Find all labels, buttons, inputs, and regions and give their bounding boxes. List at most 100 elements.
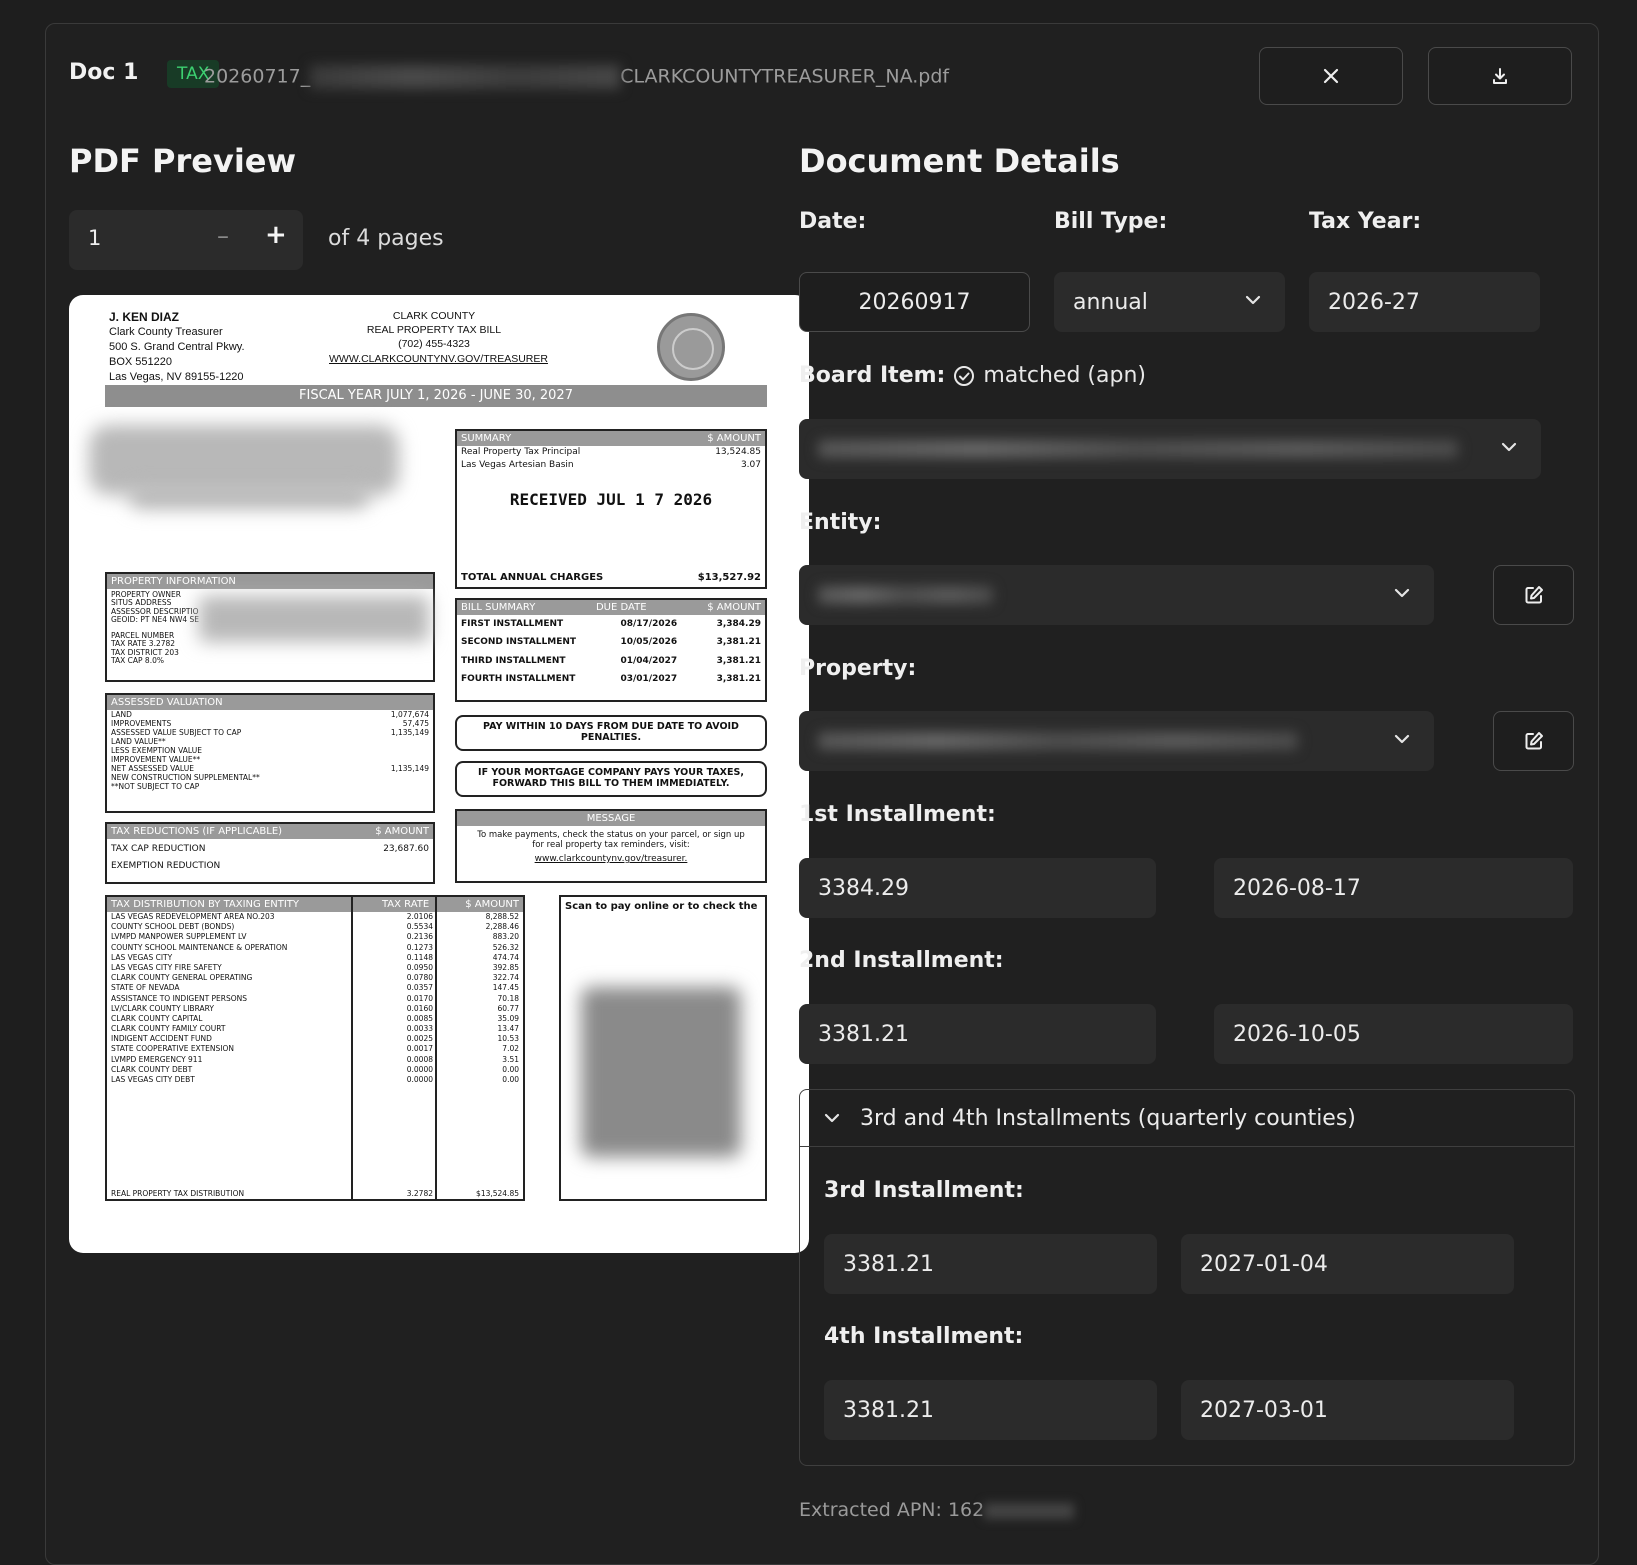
- message-head: MESSAGE: [457, 811, 765, 826]
- reductions-amount-head: $ AMOUNT: [375, 826, 429, 837]
- distribution-row-rate: 0.0008: [406, 1054, 433, 1064]
- dist-total-rate: 3.2782: [406, 1189, 433, 1198]
- distribution-row-rate: 0.2136: [406, 932, 433, 942]
- edit-property-button[interactable]: [1493, 711, 1574, 771]
- property-info-box: PROPERTY INFORMATION PROPERTY OWNER SITUS…: [105, 572, 435, 682]
- page-decrement-button[interactable]: –: [217, 222, 229, 250]
- distribution-row-amount: 322.74: [492, 973, 519, 983]
- assessed-row: LAND 1,077,674: [107, 710, 433, 719]
- installment-row: FOURTH INSTALLMENT 03/01/2027 3,381.21: [457, 670, 765, 688]
- installment-1-date-input[interactable]: 2026-08-17: [1214, 858, 1573, 918]
- distribution-row: CLARK COUNTY CAPITAL 0.0085 35.09: [107, 1014, 523, 1024]
- entity-select[interactable]: [799, 565, 1434, 625]
- distribution-row-label: CLARK COUNTY CAPITAL: [111, 1013, 203, 1023]
- assessed-row: **NOT SUBJECT TO CAP: [107, 782, 433, 791]
- board-item-value-redacted: [818, 440, 1458, 458]
- distribution-row-label: CLARK COUNTY GENERAL OPERATING: [111, 973, 253, 983]
- qr-scan-box: Scan to pay online or to check the: [559, 895, 767, 1201]
- distribution-row-label: STATE OF NEVADA: [111, 983, 180, 993]
- distribution-row-amount: 392.85: [492, 962, 519, 972]
- distribution-row: LAS VEGAS REDEVELOPMENT AREA NO.203 2.010…: [107, 912, 523, 922]
- distribution-row: LVMPD EMERGENCY 911 0.0008 3.51: [107, 1055, 523, 1065]
- treasurer-title: Clark County Treasurer: [109, 326, 223, 339]
- distribution-row: STATE OF NEVADA 0.0357 147.45: [107, 983, 523, 993]
- summary-row-label: Las Vegas Artesian Basin: [461, 460, 574, 471]
- date-input[interactable]: 20260917: [799, 272, 1030, 332]
- bill-type-label: Bill Type:: [1054, 209, 1168, 234]
- distribution-row-label: LVMPD EMERGENCY 911: [111, 1054, 203, 1064]
- message-link: www.clarkcountynv.gov/treasurer.: [534, 854, 688, 864]
- assessed-row-value: 57,475: [402, 719, 429, 728]
- installment-3-amount-input[interactable]: 3381.21: [824, 1234, 1157, 1294]
- quarterly-installments-expander: 3rd and 4th Installments (quarterly coun…: [799, 1089, 1575, 1466]
- distribution-row-amount: 0.00: [502, 1075, 519, 1084]
- board-item-select[interactable]: [799, 419, 1541, 479]
- page-count-label: of 4 pages: [328, 226, 444, 251]
- distribution-row-rate: 0.1148: [406, 952, 433, 962]
- installment-4-date-input[interactable]: 2027-03-01: [1181, 1380, 1514, 1440]
- tax-year-input[interactable]: 2026-27: [1309, 272, 1540, 332]
- distribution-row-amount: 147.45: [492, 983, 519, 993]
- installment-2-label: 2nd Installment:: [799, 948, 1004, 973]
- scan-text: Scan to pay online or to check the: [565, 901, 758, 912]
- installment-3-date-input[interactable]: 2027-01-04: [1181, 1234, 1514, 1294]
- doc-label: Doc 1: [69, 60, 139, 85]
- distribution-row: COUNTY SCHOOL DEBT (BONDS) 0.5534 2,288.46: [107, 922, 523, 932]
- chevron-down-icon: [1394, 588, 1410, 598]
- file-name-redacted: [310, 65, 621, 89]
- bill-summary-head: BILL SUMMARY: [461, 602, 536, 613]
- download-button[interactable]: [1428, 47, 1572, 105]
- assessed-row-label: LAND VALUE**: [111, 737, 166, 746]
- property-info-redacted: [199, 596, 429, 642]
- installment-4-label: 4th Installment:: [824, 1324, 1024, 1349]
- installment-4-amount-input[interactable]: 3381.21: [824, 1380, 1157, 1440]
- board-item-label: Board Item:: [799, 363, 946, 388]
- distribution-row-amount: 60.77: [497, 1003, 519, 1013]
- close-button[interactable]: [1259, 47, 1403, 105]
- property-info-row: TAX CAP 8.0%: [111, 655, 164, 665]
- message-text: To make payments, check the status on yo…: [477, 830, 745, 850]
- distribution-row-amount: 526.32: [492, 942, 519, 952]
- assessed-row-label: IMPROVEMENTS: [111, 719, 172, 728]
- installment-1-label: 1st Installment:: [799, 802, 996, 827]
- edit-entity-button[interactable]: [1493, 565, 1574, 625]
- file-name: 20260717_ CLARKCOUNTYTREASURER_NA.pdf: [204, 65, 949, 89]
- property-select[interactable]: [799, 711, 1434, 771]
- installment-row-amount: 3,384.29: [716, 619, 761, 629]
- expander-header[interactable]: 3rd and 4th Installments (quarterly coun…: [800, 1090, 1574, 1147]
- chevron-down-icon: [1245, 295, 1261, 305]
- installment-row-amount: 3,381.21: [716, 637, 761, 648]
- distribution-row-rate: 0.0170: [406, 993, 433, 1003]
- page-increment-button[interactable]: +: [265, 220, 287, 250]
- check-circle-icon: [954, 365, 975, 386]
- installment-1-amount-input[interactable]: 3384.29: [799, 858, 1156, 918]
- distribution-row-rate: 0.0160: [406, 1003, 433, 1013]
- document-panel: Doc 1 TAX 20260717_ CLARKCOUNTYTREASURER_…: [45, 23, 1599, 1565]
- penalty-notice: PAY WITHIN 10 DAYS FROM DUE DATE TO AVOI…: [455, 715, 767, 751]
- treasurer-addr1: 500 S. Grand Central Pkwy.: [109, 341, 245, 354]
- document-details-title: Document Details: [799, 142, 1120, 180]
- treasurer-block: J. KEN DIAZ Clark County Treasurer 500 S…: [109, 309, 245, 385]
- property-value-redacted: [818, 732, 1298, 750]
- distribution-row-label: COUNTY SCHOOL MAINTENANCE & OPERATION: [111, 942, 288, 952]
- tax-reductions-box: TAX REDUCTIONS (IF APPLICABLE) $ AMOUNT T…: [105, 822, 435, 884]
- distribution-row-label: CLARK COUNTY FAMILY COURT: [111, 1024, 226, 1034]
- bill-type-select[interactable]: annual: [1054, 272, 1285, 332]
- pdf-page-image: J. KEN DIAZ Clark County Treasurer 500 S…: [69, 295, 809, 1253]
- distribution-row: LAS VEGAS CITY DEBT 0.0000 0.00: [107, 1075, 523, 1085]
- file-name-end: CLARKCOUNTYTREASURER_NA.pdf: [620, 65, 950, 88]
- assessed-row-label: ASSESSED VALUE SUBJECT TO CAP: [111, 728, 242, 737]
- page-number-input[interactable]: 1: [88, 226, 101, 250]
- treasurer-addr3: Las Vegas, NV 89155-1220: [109, 370, 244, 383]
- dist-total-amount: $13,524.85: [476, 1189, 519, 1198]
- extracted-apn-redacted: [984, 1502, 1075, 1519]
- chevron-down-icon: [1501, 442, 1517, 452]
- installment-2-amount-input[interactable]: 3381.21: [799, 1004, 1156, 1064]
- installment-2-date-input[interactable]: 2026-10-05: [1214, 1004, 1573, 1064]
- assessed-row: LESS EXEMPTION VALUE: [107, 746, 433, 755]
- extracted-apn: Extracted APN: 162: [799, 1499, 1075, 1521]
- assessed-row-label: NEW CONSTRUCTION SUPPLEMENTAL**: [111, 773, 260, 782]
- assessed-row-label: **NOT SUBJECT TO CAP: [111, 782, 200, 791]
- installment-row-amount: 3,381.21: [716, 674, 761, 685]
- download-icon: [1493, 68, 1507, 84]
